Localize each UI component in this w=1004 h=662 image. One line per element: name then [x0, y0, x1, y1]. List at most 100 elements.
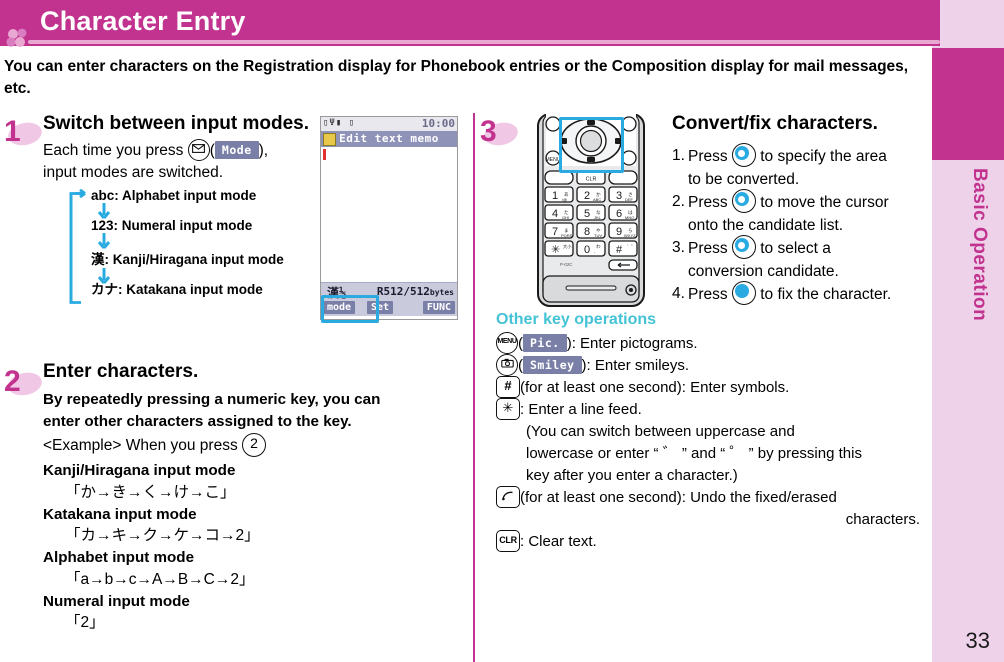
svg-text:P-02C: P-02C	[560, 262, 572, 267]
step-1-instruction-text-b: ),	[258, 142, 269, 160]
other-op-undo-text-b: characters.	[845, 510, 920, 528]
step-1-title: Switch between input modes.	[43, 113, 310, 134]
step-2-mode-sequence-2: 「a→b→c→A→B→C→2」	[65, 570, 255, 588]
step-2-number: 2	[4, 365, 21, 398]
step-3-item-3-index: 3.	[672, 239, 685, 256]
lcd-clock: 10:00	[421, 117, 455, 130]
svg-text:9: 9	[616, 226, 622, 238]
page-number: 33	[965, 628, 990, 653]
nav-up-down-key-icon	[731, 235, 756, 259]
svg-text:WXYZ: WXYZ	[624, 233, 636, 238]
step-2-mode-name-1: Katakana input mode	[43, 505, 197, 523]
other-key-operations-heading: Other key operations	[496, 311, 657, 328]
step-3-item-1: 1. Press to specify the area to be conve…	[672, 143, 934, 191]
step-2-mode-name-2: Alphabet input mode	[43, 549, 195, 567]
svg-text:2: 2	[584, 190, 590, 202]
svg-text:✳: ✳	[551, 244, 560, 256]
mode-label-alphabet: abc: Alphabet input mode	[91, 188, 257, 204]
step-3-item-1-text-b: to be converted.	[688, 171, 800, 188]
camera-tv-key-icon	[496, 354, 518, 377]
svg-text:#: #	[616, 244, 623, 256]
lcd-mode-highlight-box	[321, 295, 379, 323]
step-3-item-4-press: Press	[688, 286, 728, 304]
center-select-key-icon	[731, 281, 756, 305]
step-2-mode-sequence-3: 「2」	[65, 614, 105, 632]
mode-item-numeral: 123: Numeral input mode	[65, 218, 323, 250]
svg-text:MNO: MNO	[625, 215, 634, 220]
other-op-clear: CLR: Clear text.	[496, 529, 936, 553]
asterisk-key-icon: ✳	[496, 398, 520, 421]
svg-text:5: 5	[584, 208, 590, 220]
step-2-mode-name-3: Numeral input mode	[43, 592, 190, 610]
lcd-title-text: Edit text memo	[339, 132, 439, 145]
step-1-instruction-line-2: input modes are switched.	[43, 164, 224, 182]
step-1-instruction-line-1: Each time you press (Mode),	[43, 139, 323, 162]
svg-text:大小: 大小	[563, 243, 572, 250]
nav-key-highlight-box	[559, 117, 624, 173]
lcd-title-bar: Edit text memo	[321, 131, 457, 147]
other-op-pictograms-text: ): Enter pictograms.	[566, 335, 698, 352]
svg-text:3: 3	[616, 190, 622, 202]
step-2-badge: 2	[2, 365, 44, 399]
header-underline	[28, 40, 940, 44]
intro-paragraph: You can enter characters on the Registra…	[4, 58, 909, 98]
other-op-smileys-text: ): Enter smileys.	[581, 357, 690, 375]
step-2-lead-2: enter other characters assigned to the k…	[43, 412, 352, 430]
softkey-smiley-label: Smiley	[523, 355, 582, 375]
nav-down-key-icon	[731, 189, 756, 213]
softkey-mode-label: Mode	[214, 140, 259, 160]
clr-key-icon: CLR	[496, 529, 520, 552]
mode-label-katakana: カナ: Katakana input mode	[91, 282, 263, 298]
other-op-note-2: lowercase or enter “ ゛ ” and “ ゜ ” by pr…	[526, 445, 862, 463]
svg-text:GHI: GHI	[562, 215, 569, 220]
phone-lcd-screenshot: ▯Ψ▮ ▯ 10:00 Edit text memo 漢½ R512/512by…	[320, 116, 458, 320]
step-2-lead-1: By repeatedly pressing a numeric key, yo…	[43, 391, 381, 408]
other-op-undo: (for at least one second): Undo the fixe…	[496, 485, 936, 509]
step-3-item-3-text-b: conversion candidate.	[688, 263, 839, 280]
text-caret	[323, 149, 326, 160]
step-3-item-2-press: Press	[688, 194, 728, 212]
other-op-note-1: (You can switch between uppercase and	[526, 423, 795, 441]
other-op-clear-text: : Clear text.	[520, 532, 597, 550]
page-title: Character Entry	[40, 6, 246, 36]
mode-item-alphabet: abc: Alphabet input mode	[65, 188, 323, 220]
call-key-icon	[496, 485, 520, 508]
step-3-item-3: 3. Press to select a conversion candidat…	[672, 235, 934, 283]
step-2-title: Enter characters.	[43, 361, 199, 382]
lcd-softkey-right: FUNC	[422, 301, 455, 314]
numeric-key-2-icon: 2	[242, 433, 267, 458]
step-2-mode-name-0: Kanji/Hiragana input mode	[43, 462, 236, 480]
other-op-linefeed-text: : Enter a line feed.	[520, 401, 642, 419]
step-3-item-3-text-a: to select a	[760, 240, 831, 258]
svg-text:わ: わ	[596, 243, 601, 249]
mode-item-katakana: カナ: Katakana input mode	[65, 278, 323, 308]
mode-item-kanji: 漢: Kanji/Hiragana input mode	[65, 248, 323, 285]
menu-key-icon: MENU	[496, 332, 518, 355]
step-3-number: 3	[480, 115, 497, 148]
svg-text:6: 6	[616, 208, 622, 220]
hash-key-icon: #	[496, 376, 520, 399]
lcd-text-area	[321, 147, 457, 282]
down-arrow-icon-2	[97, 233, 111, 250]
clover-icon	[6, 28, 27, 47]
step-1-number: 1	[4, 115, 21, 148]
other-op-smileys: (Smiley): Enter smileys.	[496, 354, 936, 377]
other-op-linefeed: ✳: Enter a line feed.	[496, 398, 936, 421]
mode-label-kanji: 漢: Kanji/Hiragana input mode	[91, 252, 284, 268]
step-3-item-1-index: 1.	[672, 147, 685, 164]
step-3-item-4-index: 4.	[672, 285, 685, 302]
input-mode-flow: abc: Alphabet input mode 123: Numeral in…	[65, 188, 323, 308]
step-2-mode-sequence-1: 「カ→キ→ク→ケ→コ→2」	[65, 527, 260, 545]
other-op-symbols: # (for at least one second): Enter symbol…	[496, 376, 936, 399]
svg-text:4: 4	[552, 208, 558, 220]
lcd-status-icons: ▯Ψ▮ ▯	[323, 118, 356, 128]
svg-text:TUV: TUV	[594, 233, 602, 238]
step-3-item-4: 4. Press to fix the character.	[672, 281, 934, 307]
svg-text:JKL: JKL	[594, 215, 602, 220]
other-op-note-3: key after you enter a character.)	[526, 466, 738, 484]
other-op-pictograms: MENU(Pic.): Enter pictograms.	[496, 332, 936, 355]
other-op-undo-text-a: (for at least one second): Undo the fixe…	[520, 488, 837, 506]
svg-text:1: 1	[552, 190, 558, 202]
step-3-title: Convert/fix characters.	[672, 113, 878, 134]
lcd-byte-counter: R512/512bytes	[377, 285, 454, 298]
